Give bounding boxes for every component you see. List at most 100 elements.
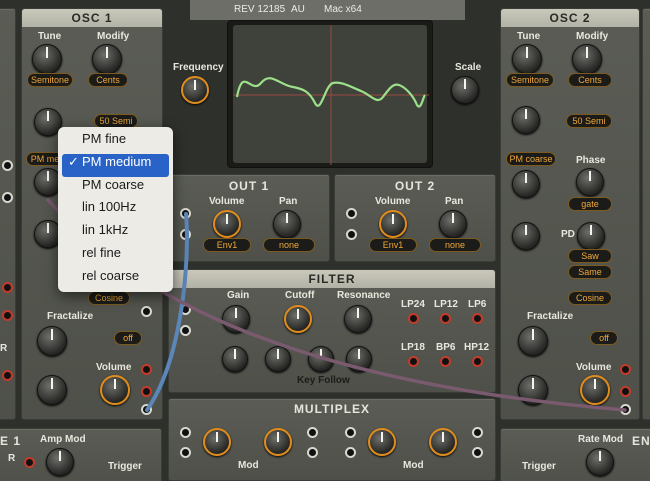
out1-pan-knob[interactable] <box>273 210 301 238</box>
osc2-pd-knob[interactable] <box>577 222 605 250</box>
osc1-modify-knob[interactable] <box>92 44 122 74</box>
out2-pan-knob[interactable] <box>439 210 467 238</box>
filter-keyfollow-knob[interactable] <box>308 346 334 372</box>
filter-resonance-mod-knob[interactable] <box>346 346 372 372</box>
filter-out-lp6-jack[interactable] <box>472 313 483 324</box>
osc1-jack-volume-out[interactable] <box>141 386 152 397</box>
frequency-knob[interactable] <box>181 76 209 104</box>
filter-out-hp12-jack[interactable] <box>472 356 483 367</box>
out1-jack-2[interactable] <box>180 229 191 240</box>
osc2-pd-knob-left[interactable] <box>512 222 540 250</box>
osc2-pm-field[interactable]: PM coarse <box>506 152 556 166</box>
multiplex-jack-2[interactable] <box>180 447 191 458</box>
osc2-jack-volume-mod[interactable] <box>620 364 631 375</box>
osc1-modify-field[interactable]: Cents <box>88 73 128 87</box>
out2-volume-knob[interactable] <box>379 210 407 238</box>
filter-jack-in-2[interactable] <box>180 325 191 336</box>
out1-pan-field[interactable]: none <box>263 238 315 252</box>
frequency-label: Frequency <box>173 62 224 73</box>
osc2-modify-field[interactable]: Cents <box>568 73 612 87</box>
osc1-fractalize-field[interactable]: off <box>114 331 142 345</box>
osc2-pm-knob[interactable] <box>512 170 540 198</box>
osc2-jack-out[interactable] <box>620 404 631 415</box>
osc1-jack-fract-1[interactable] <box>141 306 152 317</box>
left-edge-jack-5[interactable] <box>2 192 13 203</box>
envelope-jack[interactable] <box>24 457 35 468</box>
left-edge-jack-2[interactable] <box>2 310 13 321</box>
multiplex-knob-2[interactable] <box>264 428 292 456</box>
osc2-phase-field[interactable]: gate <box>568 197 612 211</box>
out2-volume-field[interactable]: Env1 <box>369 238 417 252</box>
osc1-jack-out[interactable] <box>141 404 152 415</box>
osc2-fractalize-field[interactable]: off <box>590 331 618 345</box>
osc2-same-field[interactable]: Same <box>568 265 612 279</box>
osc2-volume-label: Volume <box>576 362 612 373</box>
out1-volume-knob[interactable] <box>213 210 241 238</box>
multiplex-knob-4[interactable] <box>429 428 457 456</box>
filter-out-lp12-jack[interactable] <box>440 313 451 324</box>
filter-gain-knob[interactable] <box>222 305 250 333</box>
osc2-jack-volume-out[interactable] <box>620 386 631 397</box>
multiplex-jack-6[interactable] <box>345 447 356 458</box>
menu-item-rel-coarse[interactable]: rel coarse <box>58 268 173 291</box>
filter-jack-in-1[interactable] <box>180 304 191 315</box>
out2-jack-1[interactable] <box>346 208 357 219</box>
menu-item-lin-1khz[interactable]: lin 1kHz <box>58 222 173 245</box>
left-edge-jack-3[interactable] <box>2 370 13 381</box>
multiplex-jack-4[interactable] <box>307 447 318 458</box>
pm-mode-dropdown-menu[interactable]: PM fine ✓ PM medium PM coarse lin 100Hz l… <box>58 127 173 292</box>
multiplex-jack-5[interactable] <box>345 427 356 438</box>
multiplex-knob-1[interactable] <box>203 428 231 456</box>
filter-cutoff-knob[interactable] <box>284 305 312 333</box>
osc1-tune-field[interactable]: Semitone <box>27 73 73 87</box>
osc1-semi-field[interactable]: 50 Semi <box>94 114 138 128</box>
menu-item-pm-medium[interactable]: ✓ PM medium <box>62 153 169 177</box>
multiplex-jack-7[interactable] <box>472 427 483 438</box>
left-edge-jack-4[interactable] <box>2 160 13 171</box>
out1-title: OUT 1 <box>228 179 270 193</box>
envelope-amp-mod-knob[interactable] <box>46 448 74 476</box>
filter-out-lp6-label: LP6 <box>468 299 487 310</box>
multiplex-knob-3[interactable] <box>368 428 396 456</box>
out2-jack-2[interactable] <box>346 229 357 240</box>
osc1-tune-knob[interactable] <box>32 44 62 74</box>
osc2-semi-field[interactable]: 50 Semi <box>566 114 612 128</box>
out1-jack-1[interactable] <box>180 208 191 219</box>
osc1-fractalize-knob[interactable] <box>37 326 67 356</box>
menu-item-pm-coarse[interactable]: PM coarse <box>58 177 173 200</box>
out2-pan-field[interactable]: none <box>429 238 481 252</box>
oscilloscope-screen <box>233 25 429 165</box>
osc2-semi-knob[interactable] <box>512 106 540 134</box>
osc2-volume-knob-left[interactable] <box>518 375 548 405</box>
envelope-rate-mod-knob[interactable] <box>586 448 614 476</box>
multiplex-jack-1[interactable] <box>180 427 191 438</box>
left-edge-jack-1[interactable] <box>2 282 13 293</box>
multiplex-jack-8[interactable] <box>472 447 483 458</box>
menu-item-pm-fine[interactable]: PM fine <box>58 131 173 154</box>
osc2-fractalize-knob[interactable] <box>518 326 548 356</box>
osc2-phase-knob[interactable] <box>576 168 604 196</box>
filter-out-lp24-jack[interactable] <box>408 313 419 324</box>
osc2-modify-label: Modify <box>576 31 609 42</box>
filter-gain-mod-knob[interactable] <box>222 346 248 372</box>
osc2-saw-field[interactable]: Saw <box>568 249 612 263</box>
osc2-volume-knob[interactable] <box>580 375 610 405</box>
filter-cutoff-mod-knob[interactable] <box>265 346 291 372</box>
multiplex-jack-3[interactable] <box>307 427 318 438</box>
osc1-jack-volume-mod[interactable] <box>141 364 152 375</box>
osc1-volume-knob-left[interactable] <box>37 375 67 405</box>
filter-out-lp18-jack[interactable] <box>408 356 419 367</box>
format-label: AU <box>291 4 305 15</box>
filter-resonance-knob[interactable] <box>344 305 372 333</box>
filter-out-bp6-jack[interactable] <box>440 356 451 367</box>
osc2-tune-knob[interactable] <box>512 44 542 74</box>
menu-item-rel-fine[interactable]: rel fine <box>58 245 173 268</box>
osc1-volume-knob[interactable] <box>100 375 130 405</box>
osc2-modify-knob[interactable] <box>572 44 602 74</box>
osc2-cosine-field[interactable]: Cosine <box>568 291 612 305</box>
scale-knob[interactable] <box>451 76 479 104</box>
osc2-tune-field[interactable]: Semitone <box>506 73 554 87</box>
out1-volume-field[interactable]: Env1 <box>203 238 251 252</box>
menu-item-lin-100hz[interactable]: lin 100Hz <box>58 199 173 222</box>
osc1-cosine-field[interactable]: Cosine <box>88 291 130 305</box>
